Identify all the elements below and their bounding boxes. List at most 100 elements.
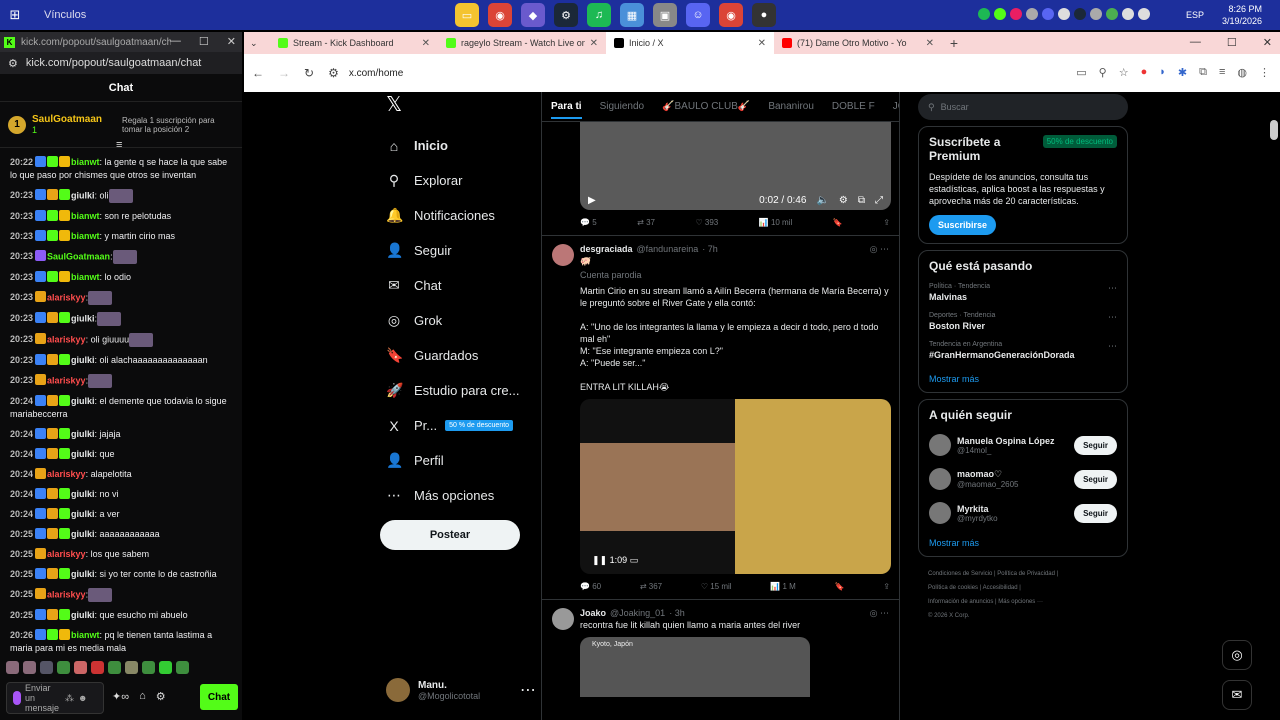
minimize-icon[interactable]: — bbox=[170, 35, 181, 48]
bookmark-star-icon[interactable]: ☆ bbox=[1119, 66, 1129, 79]
nav-item-4[interactable]: ✉ Chat bbox=[376, 268, 531, 303]
grok-icon[interactable]: ◎ ⋯ bbox=[870, 608, 889, 619]
x-logo-icon[interactable]: 𝕏 bbox=[386, 92, 531, 120]
tweet-video[interactable]: ▶ 0:02 / 0:46 🔈 ⚙ ⧉ ⤢ 💬 5 ⇄ 37 ♡ 393 📊 1… bbox=[542, 122, 899, 236]
reply-button[interactable]: 💬 60 bbox=[580, 582, 601, 591]
footer-line[interactable]: Condiciones de Servicio | Política de Pr… bbox=[928, 567, 1128, 581]
message-username[interactable]: giulki bbox=[71, 509, 95, 519]
emote-icon[interactable] bbox=[142, 661, 155, 674]
avatar[interactable] bbox=[929, 434, 951, 456]
tab-close-icon[interactable]: ✕ bbox=[758, 38, 766, 49]
store-icon[interactable]: ▦ bbox=[620, 3, 644, 27]
like-button[interactable]: ♡ 15 mil bbox=[701, 582, 732, 591]
nav-item-2[interactable]: 🔔 Notificaciones bbox=[376, 198, 531, 233]
follow-suggestion[interactable]: Myrkita @myrdytko Seguir bbox=[929, 502, 1117, 524]
tray-spotify-icon[interactable] bbox=[978, 8, 990, 20]
extension-icon[interactable]: ● bbox=[1141, 66, 1148, 79]
message-username[interactable]: alariskyy bbox=[47, 549, 86, 559]
share-icon[interactable]: ⇪ bbox=[883, 218, 890, 227]
bookmark-icon[interactable]: 🔖 bbox=[835, 582, 845, 591]
image-thumbnail[interactable] bbox=[735, 399, 891, 574]
emote-icon[interactable] bbox=[40, 661, 53, 674]
new-tab-icon[interactable]: + bbox=[942, 32, 966, 54]
tab-close-icon[interactable]: ✕ bbox=[590, 38, 598, 49]
show-more-link[interactable]: Mostrar más bbox=[929, 538, 1117, 548]
tray-steam-icon[interactable] bbox=[1074, 8, 1086, 20]
message-username[interactable]: bianwt bbox=[71, 157, 100, 167]
tray-kick-icon[interactable] bbox=[994, 8, 1006, 20]
nav-item-1[interactable]: ⚲ Explorar bbox=[376, 163, 531, 198]
extensions-puzzle-icon[interactable]: ⧉ bbox=[1199, 66, 1207, 79]
follow-button[interactable]: Seguir bbox=[1074, 469, 1117, 489]
browser-menu-icon[interactable]: ⋮ bbox=[1259, 66, 1270, 79]
settings-icon[interactable]: ⚙ bbox=[839, 195, 848, 206]
tweet-desgraciada[interactable]: desgraciada @fandunareina · 7h ◎ ⋯ 🐖 Cue… bbox=[542, 236, 899, 600]
video-player[interactable]: ▶ 0:02 / 0:46 🔈 ⚙ ⧉ ⤢ bbox=[580, 122, 891, 210]
send-chat-button[interactable]: Chat bbox=[200, 684, 238, 710]
show-more-link[interactable]: Mostrar más bbox=[929, 374, 1117, 384]
trend-item[interactable]: Deportes · Tendencia Boston River ⋯ bbox=[929, 312, 1117, 331]
gift-sub-prompt[interactable]: Regala 1 suscripción para tomar la posic… bbox=[122, 116, 232, 134]
tray-discord-icon[interactable] bbox=[1042, 8, 1054, 20]
emote-icon[interactable] bbox=[74, 661, 87, 674]
tab-close-icon[interactable]: ✕ bbox=[926, 38, 934, 49]
avatar[interactable] bbox=[929, 468, 951, 490]
maximize-icon[interactable]: ☐ bbox=[199, 35, 209, 48]
nav-item-0[interactable]: ⌂ Inicio bbox=[376, 128, 531, 163]
translate-icon[interactable]: ⁂ bbox=[65, 693, 74, 704]
back-icon[interactable]: ← bbox=[252, 66, 264, 80]
nav-item-5[interactable]: ◎ Grok bbox=[376, 303, 531, 338]
like-button[interactable]: ♡ 393 bbox=[695, 218, 718, 227]
steam-icon[interactable]: ⚙ bbox=[554, 3, 578, 27]
message-username[interactable]: alariskyy bbox=[47, 469, 86, 479]
reading-list-icon[interactable]: ≡ bbox=[1219, 66, 1225, 79]
nav-item-9[interactable]: 👤 Perfil bbox=[376, 443, 531, 478]
tray-app3-icon[interactable] bbox=[1058, 8, 1070, 20]
nav-item-6[interactable]: 🔖 Guardados bbox=[376, 338, 531, 373]
settings-icon[interactable]: ⚙ bbox=[156, 690, 166, 703]
tab-kick-dashboard[interactable]: Stream - Kick Dashboard ✕ bbox=[270, 32, 438, 54]
emote-icon[interactable] bbox=[23, 661, 36, 674]
emote-icon[interactable] bbox=[108, 661, 121, 674]
message-username[interactable]: bianwt bbox=[71, 630, 100, 640]
mic-icon[interactable] bbox=[13, 691, 21, 705]
file-explorer-icon[interactable]: ▭ bbox=[455, 3, 479, 27]
retweet-button[interactable]: ⇄ 367 bbox=[640, 582, 662, 591]
share-icon[interactable]: ⇪ bbox=[883, 582, 890, 591]
video-thumbnail[interactable]: ❚❚ 1:09 ▭ bbox=[580, 399, 735, 574]
scrollbar[interactable] bbox=[1270, 120, 1278, 140]
tray-app2-icon[interactable] bbox=[1026, 8, 1038, 20]
pip-icon[interactable]: ⧉ bbox=[858, 195, 865, 206]
message-username[interactable]: alariskyy bbox=[47, 334, 86, 344]
tray-app4-icon[interactable] bbox=[1106, 8, 1118, 20]
expand-pin-icon[interactable]: ≡ bbox=[116, 139, 122, 151]
volume-icon[interactable]: 🔈 bbox=[816, 195, 828, 206]
keyboard-language[interactable]: ESP bbox=[1186, 10, 1204, 20]
more-icon[interactable]: ⋯ bbox=[1108, 283, 1117, 294]
message-username[interactable]: giulki bbox=[71, 529, 95, 539]
views-button[interactable]: 📊 10 mil bbox=[759, 218, 793, 227]
emote-icon[interactable] bbox=[57, 661, 70, 674]
message-username[interactable]: giulki bbox=[71, 190, 95, 200]
tab-youtube[interactable]: (71) Dame Otro Motivo - Yo ✕ bbox=[774, 32, 942, 54]
tray-app-icon[interactable] bbox=[1010, 8, 1022, 20]
address-bar[interactable]: x.com/home bbox=[349, 68, 403, 79]
emote-icon[interactable] bbox=[6, 661, 19, 674]
message-username[interactable]: giulki bbox=[71, 313, 95, 323]
nav-item-8[interactable]: X Pr... 50 % de descuento bbox=[376, 408, 531, 443]
timeline-tab[interactable]: DOBLE F bbox=[832, 101, 875, 112]
tweet-media[interactable]: Kyoto, Japón bbox=[580, 637, 810, 697]
site-settings-icon[interactable]: ⚙ bbox=[8, 57, 18, 70]
site-info-icon[interactable]: ⚙ bbox=[328, 66, 339, 80]
reload-icon[interactable]: ↻ bbox=[304, 66, 314, 80]
footer-line[interactable]: © 2026 X Corp. bbox=[928, 609, 1128, 623]
tab-close-icon[interactable]: ✕ bbox=[422, 38, 430, 49]
follow-suggestion[interactable]: Manuela Ospina López @14mol_ Seguir bbox=[929, 434, 1117, 456]
post-button[interactable]: Postear bbox=[380, 520, 520, 550]
message-username[interactable]: giulki bbox=[71, 429, 95, 439]
emote-icon[interactable] bbox=[91, 661, 104, 674]
emote-icon[interactable] bbox=[176, 661, 189, 674]
nav-item-7[interactable]: 🚀 Estudio para cre... bbox=[376, 373, 531, 408]
cast-icon[interactable]: ▭ bbox=[1076, 66, 1086, 79]
obs-icon[interactable]: ● bbox=[752, 3, 776, 27]
